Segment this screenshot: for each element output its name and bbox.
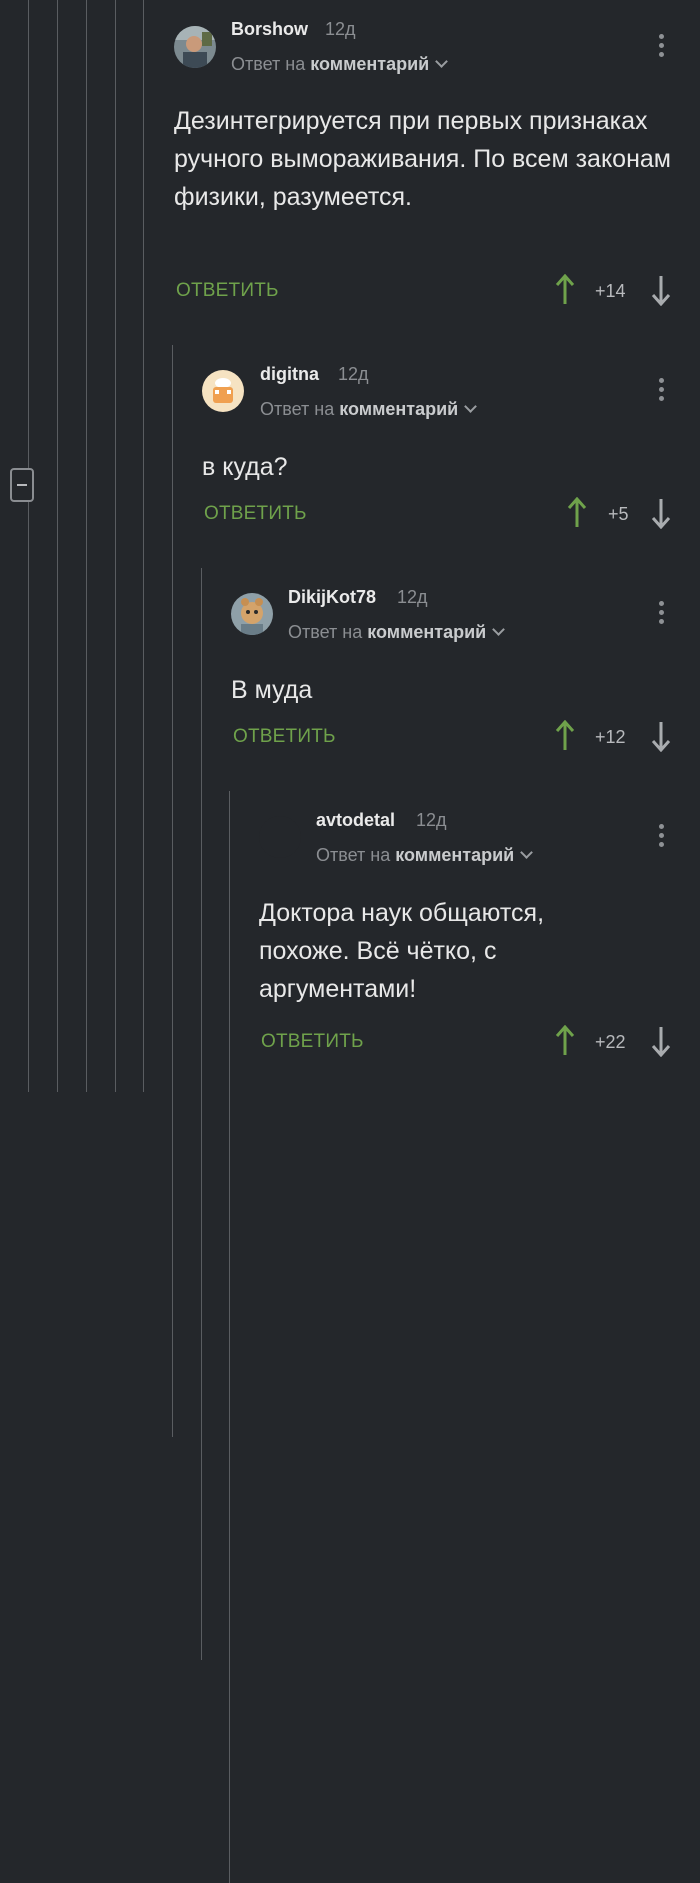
reply-to-link[interactable]: Ответ на комментарий [260,399,478,420]
thread-line [229,791,230,1883]
comment-author[interactable]: Borshow [231,19,308,40]
upvote-arrow-icon[interactable] [567,497,587,529]
upvote-arrow-icon[interactable] [555,1025,575,1057]
comment-author[interactable]: avtodetal [316,810,395,831]
avatar[interactable] [259,816,301,858]
more-vertical-icon[interactable] [659,824,665,850]
more-vertical-icon[interactable] [659,601,665,627]
comment-text: в куда? [202,453,288,481]
comment-score: +5 [608,504,629,524]
downvote-arrow-icon[interactable] [651,720,671,752]
reply-button[interactable]: ОТВЕТИТЬ [233,726,336,748]
comment-time: 12д [325,19,356,39]
chevron-down-icon [464,400,478,413]
downvote-arrow-icon[interactable] [651,274,671,306]
reply-target: комментарий [339,399,459,419]
reply-prefix: Ответ на [316,845,391,865]
thread-line [201,568,202,1660]
reply-target: комментарий [310,54,430,74]
more-vertical-icon[interactable] [659,378,665,404]
thread-line [115,0,116,1092]
reply-prefix: Ответ на [260,399,335,419]
reply-button[interactable]: ОТВЕТИТЬ [261,1031,364,1053]
chevron-down-icon [520,846,534,859]
comment-score: +22 [595,1032,626,1052]
reply-button[interactable]: ОТВЕТИТЬ [176,280,279,302]
comment-time: 12д [416,810,447,830]
comment-time: 12д [338,364,369,384]
comment-text: В муда [231,676,313,704]
thread-line [28,0,29,1092]
thread-line [86,0,87,1092]
reply-to-link[interactable]: Ответ на комментарий [316,845,534,866]
thread-line [143,0,144,1092]
avatar[interactable] [231,593,273,635]
comment-author[interactable]: DikijKot78 [288,587,376,608]
collapse-thread-icon[interactable] [10,468,34,502]
chevron-down-icon [435,55,449,68]
comment-time: 12д [397,587,428,607]
downvote-arrow-icon[interactable] [651,1025,671,1057]
comment-score: +12 [595,727,626,747]
reply-to-link[interactable]: Ответ на комментарий [288,622,506,643]
reply-button[interactable]: ОТВЕТИТЬ [204,503,307,525]
comment-author[interactable]: digitna [260,364,319,385]
comment-text: Дезинтегрируется при первых признаках ру… [174,107,671,211]
more-vertical-icon[interactable] [659,34,665,60]
reply-to-link[interactable]: Ответ на комментарий [231,54,449,75]
thread-line [172,345,173,1437]
reply-target: комментарий [367,622,487,642]
thread-line [57,0,58,1092]
avatar[interactable] [174,26,216,68]
reply-target: комментарий [395,845,515,865]
downvote-arrow-icon[interactable] [651,497,671,529]
chevron-down-icon [492,623,506,636]
reply-prefix: Ответ на [231,54,306,74]
comment-text: Доктора наук общаются, похоже. Всё чётко… [259,899,545,1003]
comment-score: +14 [595,281,626,301]
upvote-arrow-icon[interactable] [555,720,575,752]
upvote-arrow-icon[interactable] [555,274,575,306]
reply-prefix: Ответ на [288,622,363,642]
avatar[interactable] [202,370,244,412]
